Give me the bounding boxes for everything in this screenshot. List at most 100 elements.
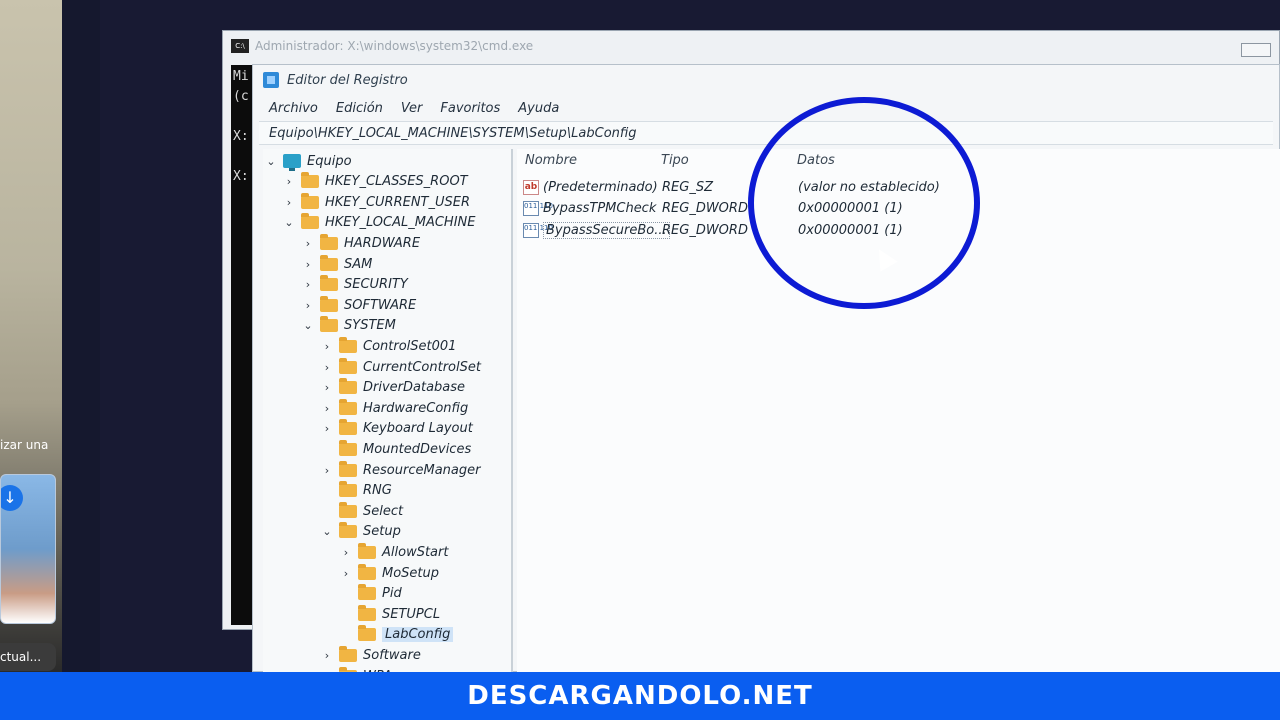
cmd-titlebar[interactable]: C:\ Administrador: X:\windows\system32\c… [223, 31, 1279, 61]
tree-item[interactable]: › SECURITY [302, 275, 408, 295]
tree-item[interactable]: › ResourceManager [321, 460, 480, 480]
chevron-right-icon[interactable]: › [321, 464, 333, 477]
regedit-titlebar[interactable]: Editor del Registro [253, 65, 1279, 95]
tree-item-label: MoSetup [382, 565, 440, 581]
menu-ayuda[interactable]: Ayuda [518, 101, 559, 116]
chevron-right-icon[interactable]: › [321, 340, 333, 353]
chevron-right-icon[interactable]: › [302, 237, 314, 250]
column-header-type[interactable]: Tipo [661, 153, 689, 168]
folder-icon [358, 542, 376, 559]
tree-item[interactable]: › SOFTWARE [302, 295, 416, 315]
tree-item[interactable]: › MoSetup [340, 563, 439, 583]
tree-item-label: HARDWARE [344, 235, 421, 251]
value-row[interactable]: ab (Predeterminado) [523, 177, 658, 197]
folder-icon [339, 398, 357, 415]
value-type: REG_DWORD [662, 222, 748, 238]
address-bar[interactable]: Equipo\HKEY_LOCAL_MACHINE\SYSTEM\Setup\L… [259, 121, 1273, 145]
menu-ver[interactable]: Ver [401, 101, 422, 116]
chevron-right-icon[interactable]: › [321, 381, 333, 394]
chevron-down-icon[interactable]: ⌄ [321, 525, 333, 538]
folder-icon [339, 378, 357, 395]
chevron-right-icon[interactable]: › [321, 402, 333, 415]
chevron-right-icon[interactable]: › [321, 649, 333, 662]
folder-icon [358, 604, 376, 621]
tree-item[interactable]: › CurrentControlSet [321, 357, 481, 377]
tree-item-label: RNG [363, 483, 392, 499]
tree-item-label: Equipo [307, 153, 352, 169]
folder-icon [301, 192, 319, 209]
chevron-right-icon[interactable]: › [283, 175, 295, 188]
chevron-right-icon[interactable]: › [340, 567, 352, 580]
tree-item[interactable]: › HardwareConfig [321, 398, 468, 418]
chevron-right-icon[interactable]: › [321, 361, 333, 374]
tree-item[interactable]: ⌄ Equipo [265, 151, 352, 171]
folder-icon [301, 172, 319, 189]
tree-item[interactable]: MountedDevices [321, 439, 471, 459]
registry-tree[interactable]: ⌄ Equipo › HKEY_CLASSES_ROOT › HKEY_CURRENT_U… [263, 149, 513, 673]
tree-item-label: MountedDevices [363, 441, 472, 457]
folder-icon [301, 213, 319, 230]
tree-item[interactable]: RNG [321, 481, 392, 501]
tree-item[interactable]: Pid [340, 584, 402, 604]
string-value-icon: ab [523, 179, 539, 195]
menu-archivo[interactable]: Archivo [269, 101, 318, 116]
folder-icon [358, 584, 376, 601]
tree-item[interactable]: › ControlSet001 [321, 336, 456, 356]
tree-item[interactable]: › HKEY_CURRENT_USER [283, 192, 470, 212]
cmd-icon: C:\ [231, 39, 249, 53]
tree-item[interactable]: › SAM [302, 254, 372, 274]
folder-icon [339, 439, 357, 456]
tree-item[interactable]: › DriverDatabase [321, 378, 465, 398]
tree-item[interactable]: LabConfig [340, 625, 454, 645]
side-thumbnail[interactable]: ↓ [0, 474, 56, 624]
menu-favoritos[interactable]: Favoritos [440, 101, 500, 116]
chevron-right-icon[interactable]: › [283, 196, 295, 209]
tree-item[interactable]: › Keyboard Layout [321, 419, 473, 439]
tree-item-label: SETUPCL [382, 606, 441, 622]
chevron-right-icon[interactable]: › [302, 278, 314, 291]
chevron-down-icon[interactable]: ⌄ [283, 216, 295, 229]
tree-item-label: Software [363, 647, 421, 663]
column-header-name[interactable]: Nombre [525, 153, 577, 168]
chevron-right-icon[interactable]: › [302, 299, 314, 312]
cmd-title: Administrador: X:\windows\system32\cmd.e… [255, 39, 534, 53]
chevron-right-icon[interactable]: › [302, 258, 314, 271]
tree-item[interactable]: ⌄ SYSTEM [302, 316, 396, 336]
tree-item-label: SAM [344, 256, 373, 272]
tree-item[interactable]: › HARDWARE [302, 233, 420, 253]
side-caption[interactable]: ctual... [0, 643, 56, 671]
cmd-maximize-button[interactable] [1241, 43, 1271, 57]
folder-icon [339, 645, 357, 662]
tree-item-label: DriverDatabase [363, 380, 466, 396]
chevron-right-icon[interactable]: › [340, 546, 352, 559]
tree-item[interactable]: Select [321, 501, 403, 521]
folder-icon [339, 357, 357, 374]
regedit-title: Editor del Registro [287, 72, 408, 88]
tree-item[interactable]: › AllowStart [340, 542, 448, 562]
menu-edicion[interactable]: Edición [336, 101, 383, 116]
tree-item[interactable]: ⌄ Setup [321, 522, 401, 542]
tree-item[interactable]: › Software [321, 645, 421, 665]
folder-icon [320, 233, 338, 250]
tree-item-label: CurrentControlSet [363, 359, 481, 375]
chevron-right-icon[interactable]: › [321, 422, 333, 435]
binary-value-icon: 011 110 [523, 201, 553, 216]
tree-item-label: LabConfig [382, 627, 454, 643]
folder-icon [339, 501, 357, 518]
tree-item-label: Select [363, 503, 404, 519]
binary-value-icon: 011 110 [523, 222, 553, 238]
folder-icon [358, 625, 376, 642]
tree-item[interactable]: SETUPCL [340, 604, 440, 624]
tree-item[interactable]: › HKEY_CLASSES_ROOT [283, 172, 468, 192]
folder-icon [339, 336, 357, 353]
chevron-down-icon[interactable]: ⌄ [265, 155, 277, 168]
value-type: REG_SZ [662, 179, 713, 195]
tree-item-label: HKEY_LOCAL_MACHINE [325, 215, 476, 231]
value-row[interactable]: 011 110 BypassTPMCheck [523, 199, 656, 219]
chevron-down-icon[interactable]: ⌄ [302, 319, 314, 332]
tree-item-label: SECURITY [344, 277, 408, 293]
tree-item[interactable]: ⌄ HKEY_LOCAL_MACHINE [283, 213, 475, 233]
folder-icon [339, 460, 357, 477]
tree-item-label: HardwareConfig [363, 400, 469, 416]
value-row[interactable]: 011 110 BypassSecureBo... [523, 220, 670, 240]
